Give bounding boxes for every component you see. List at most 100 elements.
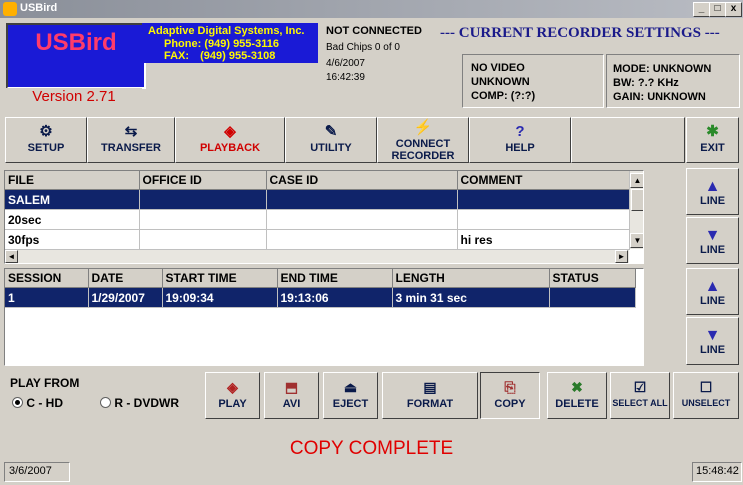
statusbar-time-panel: 15:48:42 <box>692 462 742 482</box>
files-grid[interactable]: FILE OFFICE ID CASE ID COMMENT SALEM 20s… <box>4 170 644 264</box>
compression: COMP: (?:?) <box>471 90 536 102</box>
connection-time: 16:42:39 <box>326 72 365 83</box>
table-row[interactable]: SALEM <box>5 189 630 210</box>
format-icon: ▤ <box>423 379 437 395</box>
table-row[interactable]: 1 1/29/2007 19:09:34 19:13:06 3 min 31 s… <box>5 287 636 308</box>
radio-button-icon[interactable] <box>100 397 111 408</box>
avi-icon: ⬒ <box>284 379 299 395</box>
copy-icon: ⎘ <box>504 379 516 395</box>
version-box: Version 2.71 <box>6 88 142 105</box>
settings-header: --- CURRENT RECORDER SETTINGS --- <box>440 25 720 41</box>
scroll-up-arrow-icon[interactable]: ▲ <box>630 173 643 188</box>
company-phone: Phone: (949) 955-3116 <box>164 38 279 50</box>
table-row[interactable]: 20sec <box>5 209 630 230</box>
delete-icon: ✖ <box>571 379 583 395</box>
connection-panel: NOT CONNECTED Bad Chips 0 of 0 4/6/2007 … <box>322 23 454 105</box>
statusbar-date-panel: 3/6/2007 <box>4 462 70 482</box>
column-header-file[interactable]: FILE <box>5 171 140 190</box>
column-header-comment[interactable]: COMMENT <box>457 171 630 190</box>
transfer-icon: ⇆ <box>124 123 138 140</box>
files-table: FILE OFFICE ID CASE ID COMMENT SALEM 20s… <box>5 171 630 250</box>
delete-button[interactable]: ✖ DELETE <box>547 372 607 419</box>
toolbar-spacer <box>571 117 685 163</box>
session-line-up-button[interactable]: ▲ LINE <box>686 268 739 315</box>
files-horizontal-scrollbar[interactable]: ◄ ► <box>5 249 629 263</box>
company-fax: (949) 955-3108 <box>200 50 276 62</box>
connect-icon: ⚡ <box>413 119 433 136</box>
format-button[interactable]: ▤ FORMAT <box>382 372 478 419</box>
close-button[interactable]: x <box>725 2 742 17</box>
column-header-start-time[interactable]: START TIME <box>162 269 278 288</box>
status-message: COPY COMPLETE <box>289 438 454 459</box>
transfer-button[interactable]: ⇆ TRANSFER <box>87 117 175 163</box>
company-info: Adaptive Digital Systems, Inc. Phone: (9… <box>142 23 318 63</box>
radio-button-icon[interactable] <box>12 397 23 408</box>
setup-icon: ⚙ <box>39 123 53 140</box>
column-header-length[interactable]: LENGTH <box>392 269 550 288</box>
company-name: Adaptive Digital Systems, Inc. <box>148 25 305 37</box>
column-header-office-id[interactable]: OFFICE ID <box>139 171 267 190</box>
arrow-up-icon: ▲ <box>704 278 721 295</box>
help-icon: ? <box>515 123 525 140</box>
gain: GAIN: UNKNOWN <box>613 91 706 103</box>
select-all-button[interactable]: ☑ SELECT ALL <box>610 372 670 419</box>
unselect-icon: ☐ <box>699 379 713 395</box>
files-vertical-scrollbar[interactable]: ▲ ▼ <box>629 171 643 249</box>
eject-icon: ⏏ <box>343 379 358 395</box>
app-icon <box>3 2 17 16</box>
line-up-button[interactable]: ▲ LINE <box>686 168 739 215</box>
playback-button[interactable]: ◈ PLAYBACK <box>175 117 285 163</box>
statusbar-date: 3/6/2007 <box>9 465 52 477</box>
sessions-table: SESSION DATE START TIME END TIME LENGTH … <box>5 269 636 308</box>
arrow-up-icon: ▲ <box>704 178 721 195</box>
version-label: Version 2.71 <box>32 88 116 105</box>
utility-button[interactable]: ✎ UTILITY <box>285 117 377 163</box>
column-header-status[interactable]: STATUS <box>549 269 636 288</box>
exit-button[interactable]: ✱ EXIT <box>686 117 739 163</box>
table-row[interactable]: 30fps hi res <box>5 229 630 250</box>
scroll-thumb[interactable] <box>631 189 643 211</box>
logo-box: USBird <box>6 23 146 89</box>
arrow-down-icon: ▼ <box>704 327 721 344</box>
mode-status: MODE: UNKNOWN <box>613 63 712 75</box>
select-all-icon: ☑ <box>633 379 647 395</box>
video-settings-box: NO VIDEO UNKNOWN COMP: (?:?) <box>462 54 604 108</box>
logo: USBird <box>35 29 117 56</box>
play-from-label: PLAY FROM <box>10 376 80 390</box>
bandwidth: BW: ?.? KHz <box>613 77 679 89</box>
play-button[interactable]: ◈ PLAY <box>205 372 260 419</box>
fax-label: FAX: <box>164 50 190 62</box>
video-format: UNKNOWN <box>471 76 530 88</box>
radio-c-hd[interactable]: C - HD <box>12 396 63 410</box>
title-bar: USBird _ □ x <box>0 0 743 18</box>
playback-icon: ◈ <box>224 123 236 140</box>
audio-settings-box: MODE: UNKNOWN BW: ?.? KHz GAIN: UNKNOWN <box>606 54 740 108</box>
connection-date: 4/6/2007 <box>326 58 365 69</box>
avi-button[interactable]: ⬒ AVI <box>264 372 319 419</box>
session-line-down-button[interactable]: ▼ LINE <box>686 317 739 365</box>
eject-button[interactable]: ⏏ EJECT <box>323 372 378 419</box>
minimize-button[interactable]: _ <box>693 2 710 17</box>
utility-icon: ✎ <box>324 123 338 140</box>
scroll-left-arrow-icon[interactable]: ◄ <box>5 250 18 263</box>
connection-status: NOT CONNECTED <box>326 25 422 37</box>
radio-r-dvdwr[interactable]: R - DVDWR <box>100 396 179 410</box>
statusbar-time: 15:48:42 <box>696 465 739 477</box>
column-header-end-time[interactable]: END TIME <box>277 269 393 288</box>
scroll-right-arrow-icon[interactable]: ► <box>615 250 628 263</box>
column-header-session[interactable]: SESSION <box>5 269 89 288</box>
help-button[interactable]: ? HELP <box>469 117 571 163</box>
play-icon: ◈ <box>227 379 238 395</box>
arrow-down-icon: ▼ <box>704 227 721 244</box>
sessions-grid[interactable]: SESSION DATE START TIME END TIME LENGTH … <box>4 268 644 366</box>
column-header-case-id[interactable]: CASE ID <box>266 171 458 190</box>
column-header-date[interactable]: DATE <box>88 269 163 288</box>
setup-button[interactable]: ⚙ SETUP <box>5 117 87 163</box>
line-down-button[interactable]: ▼ LINE <box>686 217 739 264</box>
connect-recorder-button[interactable]: ⚡ CONNECT RECORDER <box>377 117 469 163</box>
unselect-button[interactable]: ☐ UNSELECT <box>673 372 739 419</box>
play-from-group: PLAY FROM C - HD R - DVDWR <box>6 374 201 418</box>
maximize-button[interactable]: □ <box>709 2 726 17</box>
copy-button[interactable]: ⎘ COPY <box>480 372 540 419</box>
scroll-down-arrow-icon[interactable]: ▼ <box>630 233 643 248</box>
